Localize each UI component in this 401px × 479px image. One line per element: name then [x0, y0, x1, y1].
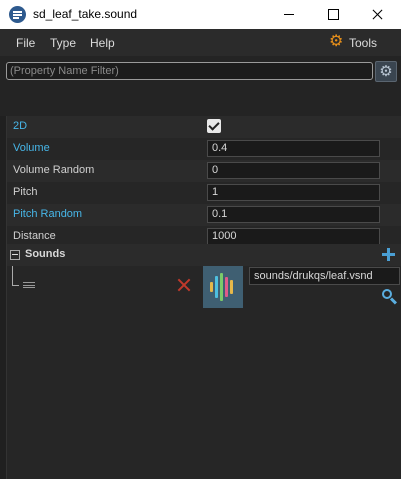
sounds-group-header: Sounds [7, 244, 401, 266]
checkbox-checked-icon[interactable] [207, 119, 221, 133]
property-label: Volume Random [13, 164, 95, 176]
remove-icon[interactable] [177, 278, 191, 292]
tools-label: Tools [349, 36, 378, 50]
menu-bar: File Type Help ⚙ Tools [0, 29, 401, 56]
close-button[interactable] [355, 0, 399, 29]
pitch-random-field[interactable]: 0.1 [207, 206, 380, 223]
tree-connector [12, 266, 19, 286]
sound-thumbnail-icon[interactable] [203, 266, 243, 308]
minimize-button[interactable] [267, 0, 311, 29]
property-label: Pitch [13, 186, 38, 198]
sounds-label: Sounds [25, 248, 66, 260]
property-label: Pitch Random [13, 208, 83, 220]
property-row-pitch-random: Pitch Random 0.1 [7, 204, 401, 226]
window-title: sd_leaf_take.sound [33, 7, 138, 21]
volume-field[interactable]: 0.4 [207, 140, 380, 157]
property-row-volume-random: Volume Random 0 [7, 160, 401, 182]
property-label: Distance [13, 230, 56, 242]
property-row-2d: 2D [7, 116, 401, 138]
menu-file[interactable]: File [16, 36, 35, 50]
gear-icon: ⚙ [329, 33, 344, 50]
volume-random-field[interactable]: 0 [207, 162, 380, 179]
distance-field[interactable]: 1000 [207, 228, 380, 245]
menu-help[interactable]: Help [90, 36, 115, 50]
browse-icon[interactable] [382, 289, 400, 305]
app-icon [9, 6, 26, 23]
property-label: 2D [13, 120, 28, 132]
collapse-icon[interactable] [10, 250, 20, 260]
property-row-volume: Volume 0.4 [7, 138, 401, 160]
property-panel: 2D Volume 0.4 Volume Random 0 Pitch 1 Pi… [6, 116, 401, 479]
property-row-pitch: Pitch 1 [7, 182, 401, 204]
drag-handle-icon[interactable] [23, 282, 35, 288]
sound-path-field[interactable]: sounds/drukqs/leaf.vsnd [249, 267, 400, 285]
sound-list-item: sounds/drukqs/leaf.vsnd [7, 266, 401, 311]
maximize-button[interactable] [311, 0, 355, 29]
filter-settings-button[interactable]: ⚙ [375, 61, 397, 82]
filter-bar: ⚙ [0, 56, 401, 116]
add-icon[interactable] [381, 247, 397, 263]
pitch-field[interactable]: 1 [207, 184, 380, 201]
property-filter-input[interactable] [6, 62, 373, 80]
title-bar: sd_leaf_take.sound [0, 0, 401, 29]
menu-type[interactable]: Type [50, 36, 76, 50]
gear-icon: ⚙ [379, 63, 393, 80]
property-label: Volume [13, 142, 50, 154]
